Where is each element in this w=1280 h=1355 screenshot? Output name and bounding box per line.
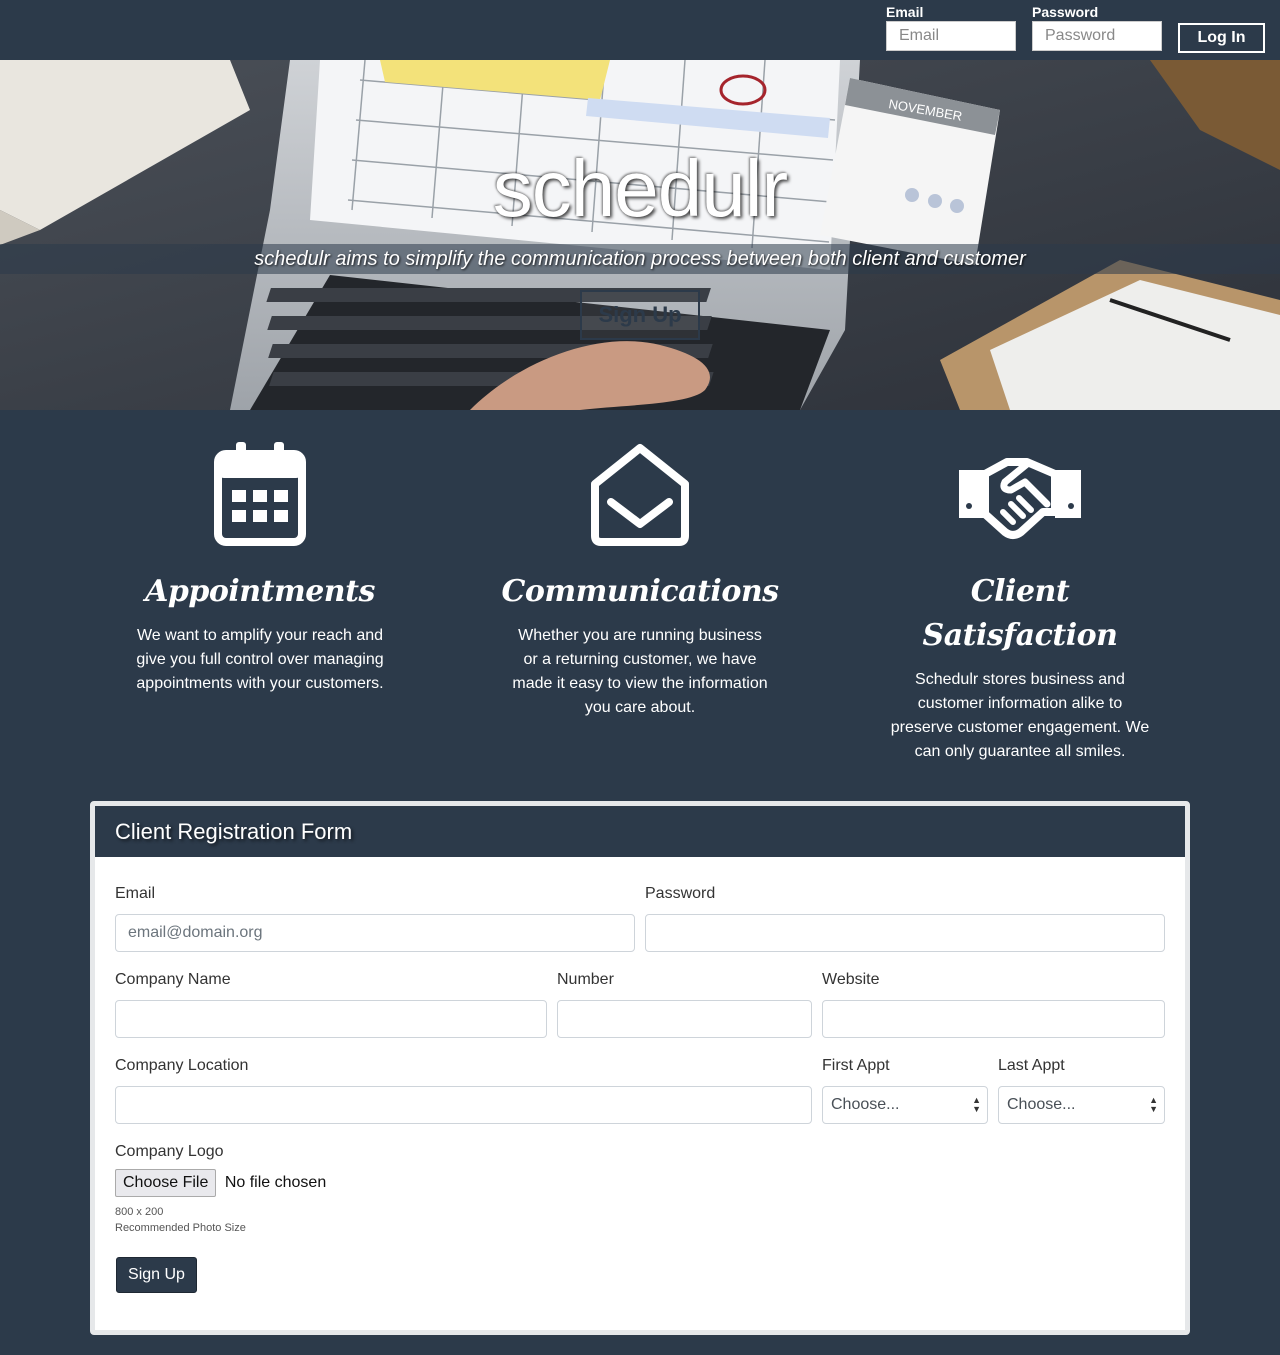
feature-desc-appointments: We want to amplify your reach and give y… [136, 627, 384, 692]
first-appt-value: Choose... [831, 1096, 900, 1113]
registration-form-header: Client Registration Form [95, 806, 1185, 857]
company-name-label: Company Name [115, 971, 231, 988]
nav-email-input[interactable] [886, 21, 1016, 51]
choose-file-button[interactable]: Choose File [115, 1169, 217, 1197]
nav-password-group: Password [1032, 3, 1162, 51]
feature-title-appointments: Appointments [145, 574, 375, 609]
company-location-label: Company Location [115, 1057, 249, 1074]
hero-background-image: NOVEMBER [0, 60, 1280, 410]
website-label: Website [822, 971, 880, 988]
hero-title: schedulr [492, 144, 788, 233]
first-appt-field-group: First Appt Choose... ▲ ▼ [822, 1056, 988, 1124]
hero-banner: NOVEMBER schedulr schedulr aims to simpl… [0, 60, 1280, 410]
handshake-icon [959, 458, 1081, 539]
company-name-input[interactable] [115, 1000, 547, 1038]
feature-desc-communications: Whether you are running business or a re… [512, 627, 768, 716]
website-field-group: Website [822, 970, 1165, 1038]
select-arrows-icon: ▲ ▼ [1149, 1095, 1158, 1114]
file-upload-row: Choose File No file chosen [115, 1169, 326, 1197]
last-appt-value: Choose... [1007, 1096, 1076, 1113]
feature-title-communications: Communications [501, 574, 779, 609]
company-logo-field-group: Company Logo [115, 1142, 415, 1172]
website-input[interactable] [822, 1000, 1165, 1038]
feature-desc-client-satisfaction: Schedulr stores business and customer in… [890, 671, 1150, 760]
company-logo-label: Company Logo [115, 1143, 224, 1160]
hero-tagline: schedulr aims to simplify the communicat… [254, 248, 1026, 270]
open-envelope-icon [591, 444, 689, 546]
last-appt-label: Last Appt [998, 1057, 1065, 1074]
last-appt-field-group: Last Appt Choose... ▲ ▼ [998, 1056, 1165, 1124]
number-field-group: Number [557, 970, 812, 1038]
login-button[interactable]: Log In [1178, 23, 1265, 53]
signup-submit-button[interactable]: Sign Up [116, 1257, 197, 1293]
first-appt-label: First Appt [822, 1057, 890, 1074]
nav-password-label: Password [1032, 4, 1099, 20]
file-status-text: No file chosen [224, 1174, 327, 1191]
feature-appointments: Appointments We want to amplify your rea… [120, 440, 400, 696]
password-label: Password [645, 885, 716, 902]
hero-signup-button[interactable]: Sign Up [580, 290, 700, 340]
first-appt-select[interactable]: Choose... ▲ ▼ [822, 1086, 988, 1124]
calendar-icon [214, 442, 306, 546]
email-field-group: Email [115, 884, 635, 952]
select-arrows-icon: ▲ ▼ [972, 1095, 981, 1114]
last-appt-select[interactable]: Choose... ▲ ▼ [998, 1086, 1165, 1124]
number-input[interactable] [557, 1000, 812, 1038]
email-input[interactable] [115, 914, 635, 952]
number-label: Number [557, 971, 614, 988]
company-location-field-group: Company Location [115, 1056, 812, 1124]
top-nav: Email Password Log In [0, 0, 1280, 60]
photo-size-text: 800 x 200 [115, 1206, 164, 1218]
nav-email-group: Email [886, 3, 1016, 51]
registration-form-title: Client Registration Form [115, 819, 353, 844]
email-label: Email [115, 885, 156, 902]
password-input[interactable] [645, 914, 1165, 952]
photo-hint-text: Recommended Photo Size [115, 1222, 246, 1234]
feature-communications: Communications Whether you are running b… [500, 440, 780, 720]
registration-form-card: Client Registration Form Email Password … [90, 801, 1190, 1335]
password-field-group: Password [645, 884, 1165, 952]
company-location-input[interactable] [115, 1086, 812, 1124]
feature-client-satisfaction: Client Satisfaction Schedulr stores busi… [880, 440, 1160, 764]
nav-email-label: Email [886, 4, 924, 20]
feature-title-client-satisfaction: Client Satisfaction [922, 574, 1118, 653]
nav-password-input[interactable] [1032, 21, 1162, 51]
company-name-field-group: Company Name [115, 970, 547, 1038]
